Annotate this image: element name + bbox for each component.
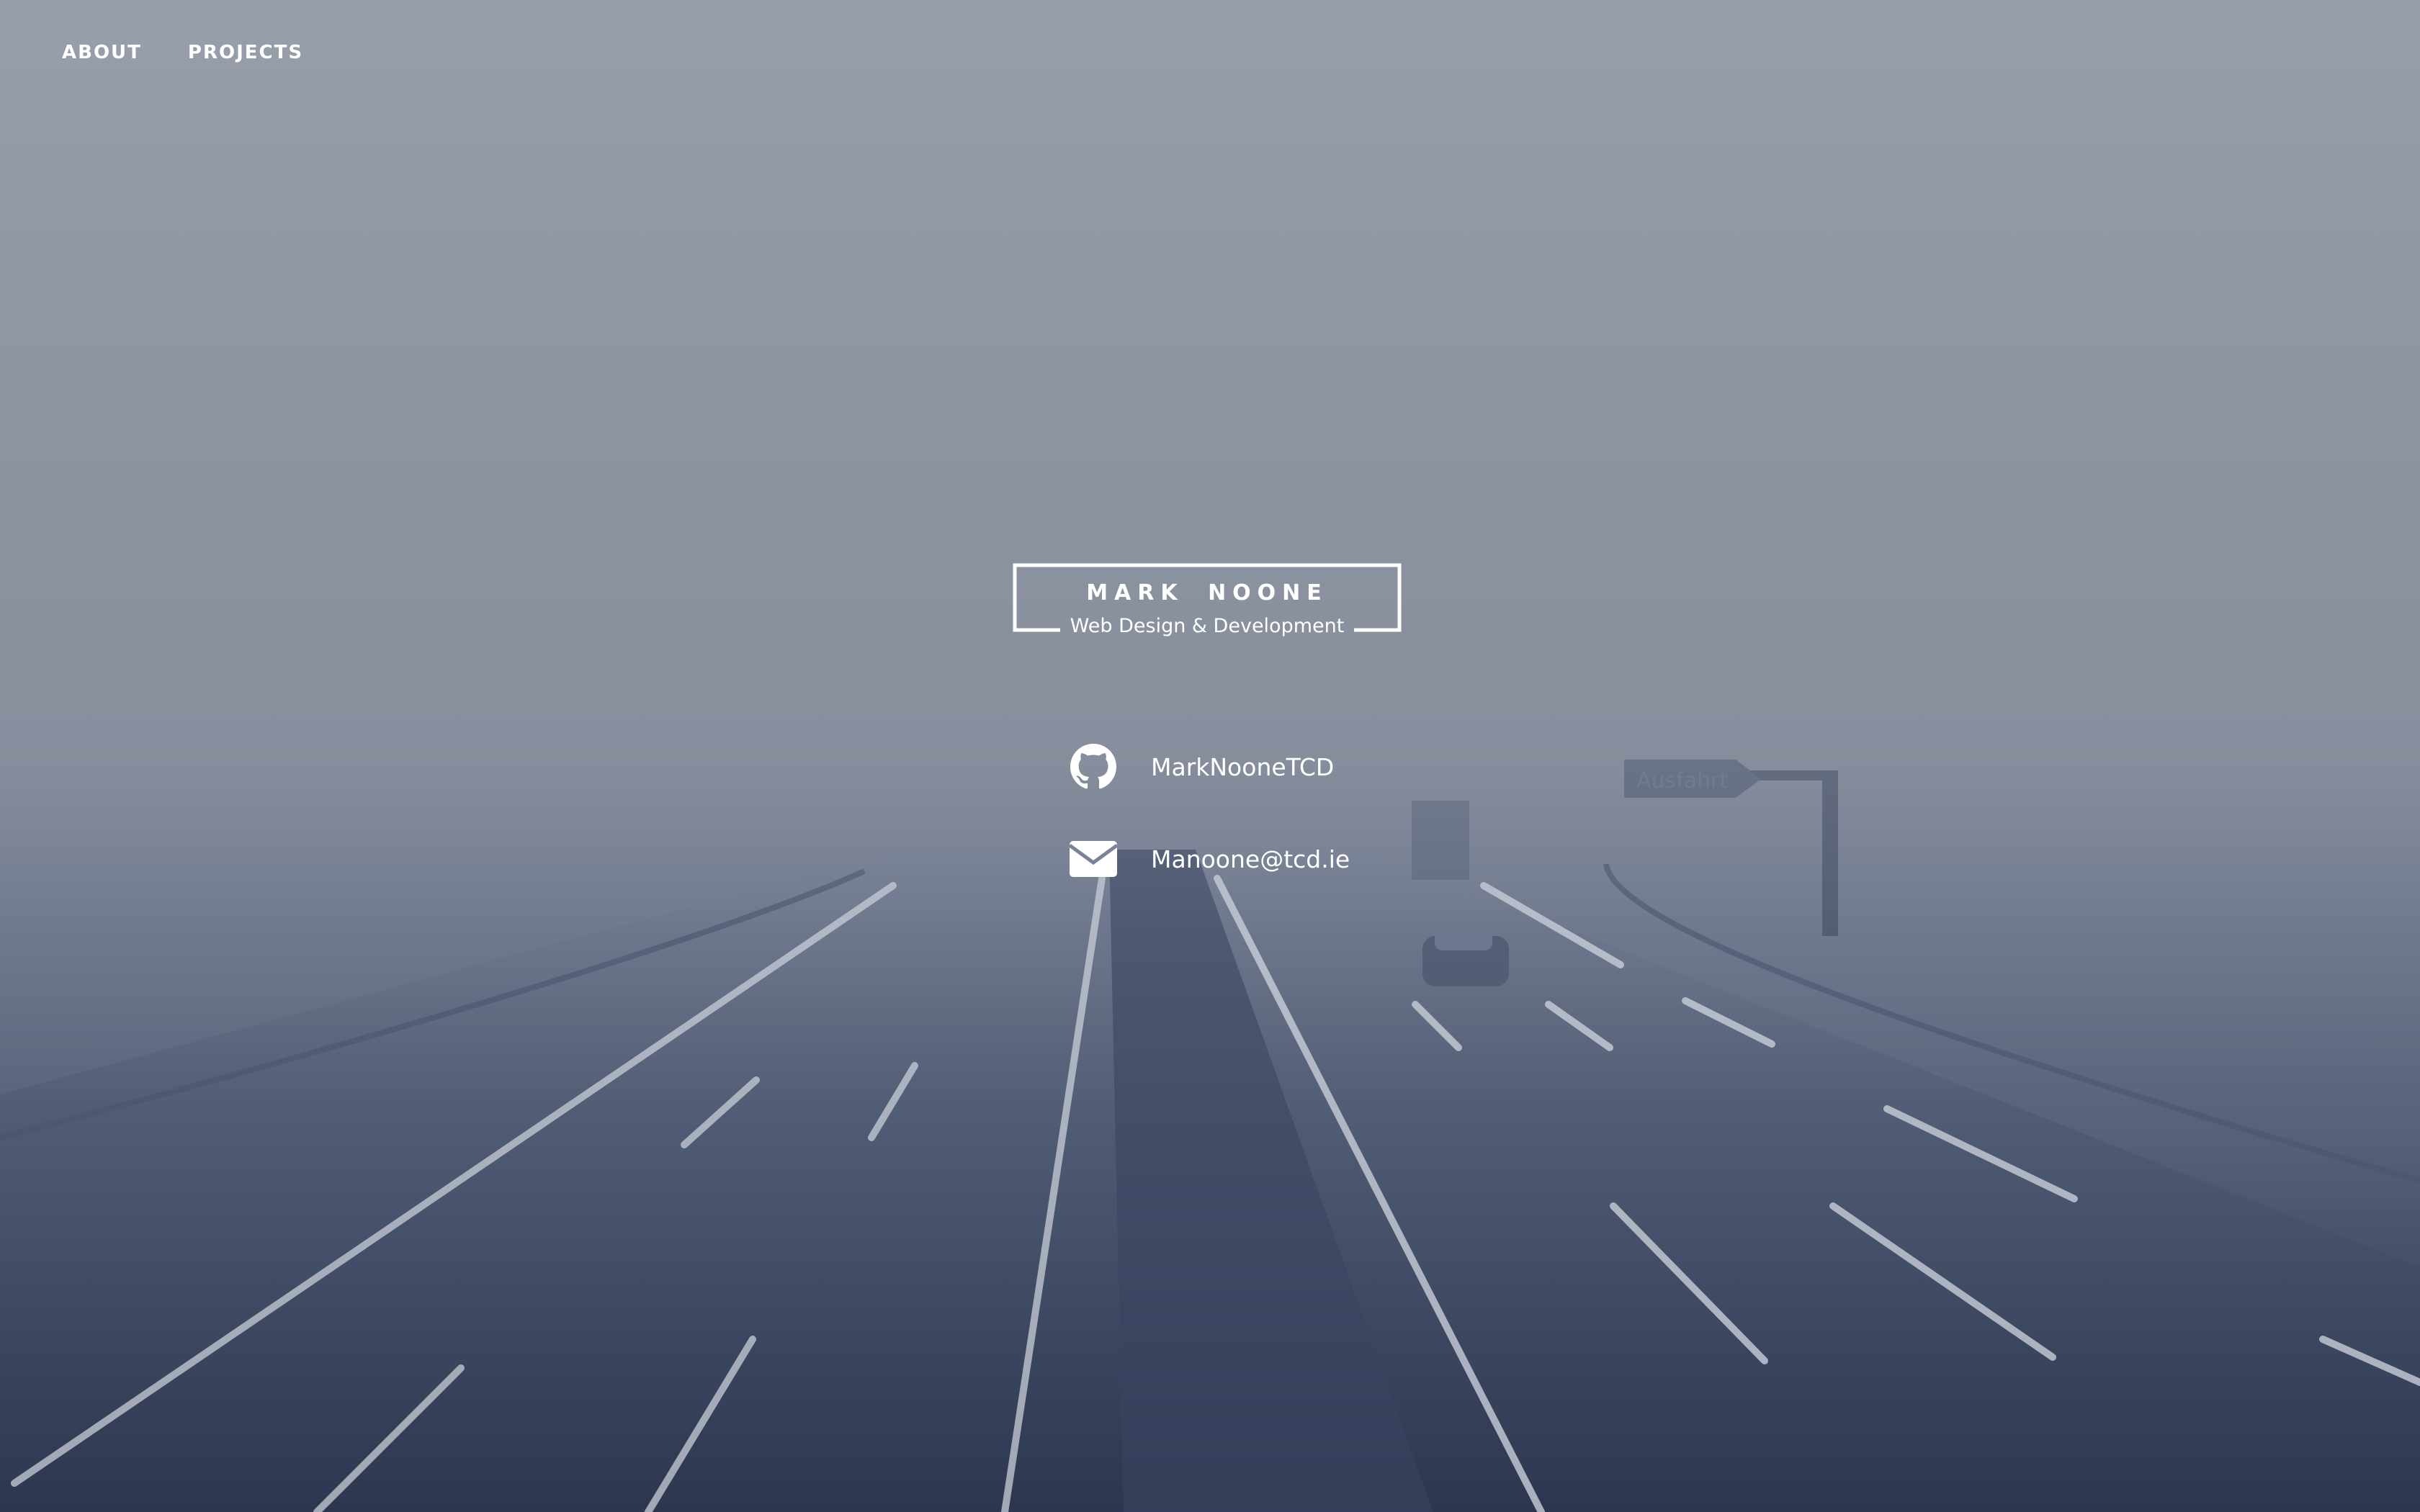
email-link[interactable]: Manoone@tcd.ie bbox=[1069, 834, 1350, 884]
logo-subtitle: Web Design & Development bbox=[1070, 615, 1345, 637]
email-address: Manoone@tcd.ie bbox=[1151, 845, 1350, 873]
github-link[interactable]: MarkNooneTCD bbox=[1069, 742, 1350, 792]
nav-link-projects[interactable]: PROJECTS bbox=[188, 42, 303, 63]
site-logo: MARK NOONE Web Design & Development bbox=[1013, 563, 1402, 637]
logo-name: MARK NOONE bbox=[1086, 580, 1328, 606]
page: Ausfahrt ABOUT PROJECTS MARK NOONE Web D… bbox=[0, 0, 2420, 1512]
top-nav: ABOUT PROJECTS bbox=[62, 42, 303, 63]
envelope-icon bbox=[1069, 834, 1118, 883]
github-username: MarkNooneTCD bbox=[1151, 752, 1335, 781]
github-icon bbox=[1069, 742, 1118, 791]
nav-link-about[interactable]: ABOUT bbox=[62, 42, 142, 63]
contact-list: MarkNooneTCD Manoone@tcd.ie bbox=[1069, 742, 1350, 926]
